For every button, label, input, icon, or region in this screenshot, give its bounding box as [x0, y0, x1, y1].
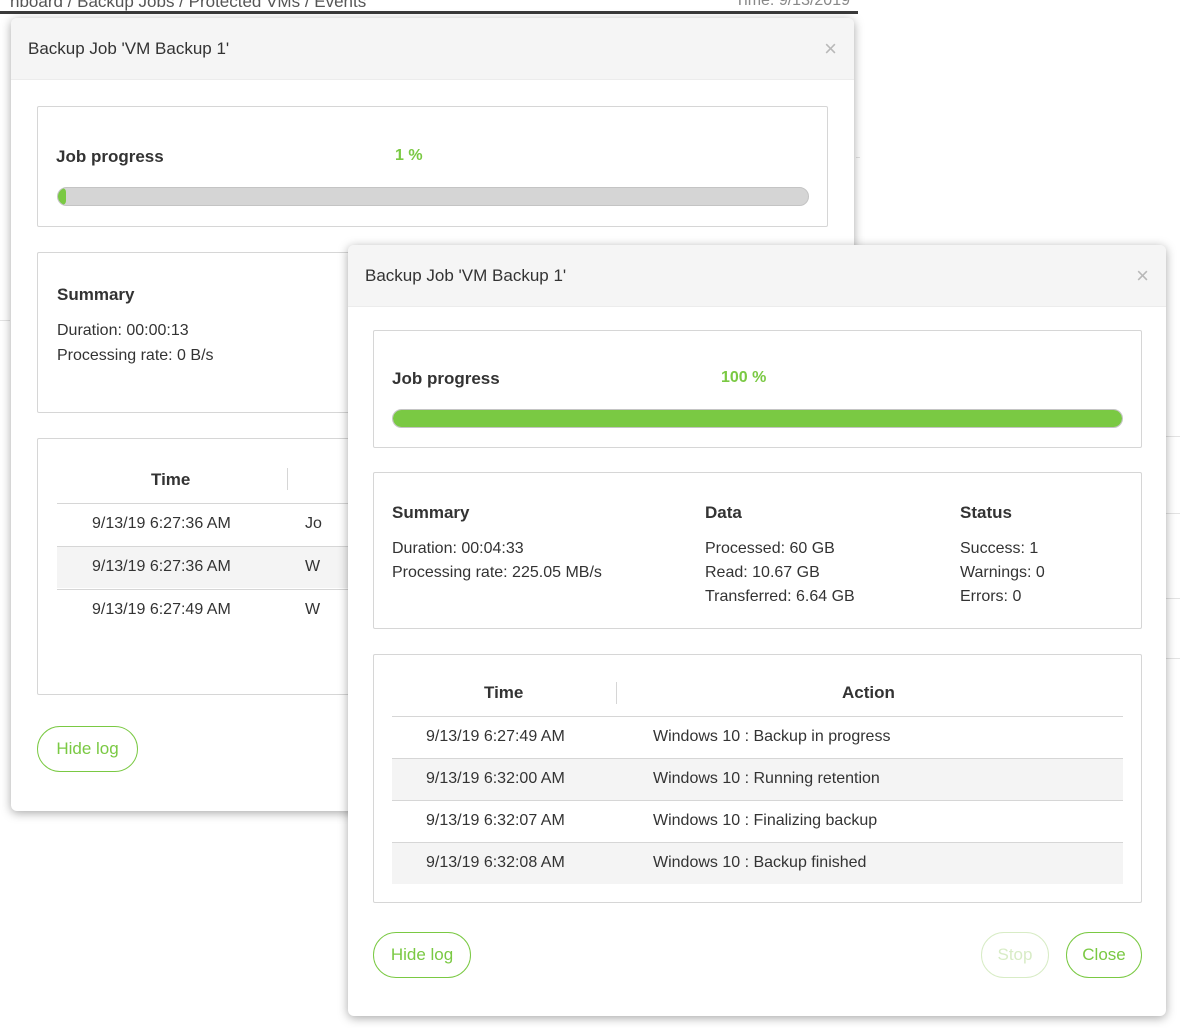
background-divider — [1166, 513, 1180, 514]
background-divider — [0, 320, 10, 321]
background-divider — [1166, 658, 1180, 659]
log-action: W — [305, 558, 321, 575]
hide-log-button[interactable]: Hide log — [373, 932, 471, 978]
close-icon[interactable]: × — [1136, 264, 1149, 287]
summary-rate: Processing rate: 225.05 MB/s — [392, 564, 602, 581]
hide-log-button[interactable]: Hide log — [37, 726, 138, 772]
data-read: Read: 10.67 GB — [705, 564, 820, 581]
log-action: Windows 10 : Backup finished — [653, 854, 867, 871]
table-row: 9/13/19 6:32:07 AM Windows 10 : Finalizi… — [392, 800, 1123, 842]
background-divider — [856, 157, 860, 158]
log-action: Windows 10 : Finalizing backup — [653, 812, 878, 829]
dialog-header: Backup Job 'VM Backup 1' × — [348, 245, 1166, 307]
backup-job-dialog-front: Backup Job 'VM Backup 1' × Job progress … — [348, 245, 1166, 1016]
status-title: Status — [960, 503, 1012, 522]
dialog-header: Backup Job 'VM Backup 1' × — [11, 18, 854, 80]
log-action: W — [305, 601, 321, 618]
data-processed: Processed: 60 GB — [705, 540, 835, 557]
log-panel: Time Action 9/13/19 6:27:49 AM Windows 1… — [373, 654, 1142, 903]
background-time: Time: 9/13/2019 — [734, 0, 850, 9]
background-header-bar — [0, 11, 858, 14]
close-button[interactable]: Close — [1066, 932, 1142, 978]
summary-title: Summary — [57, 285, 135, 304]
log-action: Windows 10 : Running retention — [653, 770, 880, 787]
column-separator — [616, 682, 617, 704]
log-column-time: Time — [151, 470, 191, 489]
background-divider — [1166, 436, 1180, 437]
table-row: 9/13/19 6:32:00 AM Windows 10 : Running … — [392, 758, 1123, 800]
stop-button[interactable]: Stop — [981, 932, 1049, 978]
job-progress-panel: Job progress 100 % — [373, 330, 1142, 448]
dialog-title: Backup Job 'VM Backup 1' — [365, 265, 567, 285]
log-time: 9/13/19 6:27:36 AM — [92, 515, 231, 532]
summary-duration: Duration: 00:04:33 — [392, 540, 524, 557]
job-progress-percent: 100 % — [721, 369, 767, 386]
log-time: 9/13/19 6:32:00 AM — [426, 770, 565, 787]
status-success: Success: 1 — [960, 540, 1039, 557]
summary-panel: Summary Duration: 00:04:33 Processing ra… — [373, 472, 1142, 629]
table-row: 9/13/19 6:32:08 AM Windows 10 : Backup f… — [392, 842, 1123, 884]
log-time: 9/13/19 6:27:49 AM — [426, 728, 565, 745]
summary-rate: Processing rate: 0 B/s — [57, 347, 214, 364]
column-separator — [287, 468, 288, 490]
log-time: 9/13/19 6:32:07 AM — [426, 812, 565, 829]
job-progress-fill — [393, 410, 1122, 427]
job-progress-bar — [57, 187, 809, 206]
job-progress-fill — [58, 188, 66, 205]
job-progress-label: Job progress — [56, 147, 164, 166]
summary-duration: Duration: 00:00:13 — [57, 322, 189, 339]
table-row: 9/13/19 6:27:49 AM Windows 10 : Backup i… — [392, 716, 1123, 758]
job-progress-bar — [392, 409, 1123, 428]
data-transferred: Transferred: 6.64 GB — [705, 588, 855, 605]
data-title: Data — [705, 503, 742, 522]
status-warnings: Warnings: 0 — [960, 564, 1045, 581]
log-column-action: Action — [842, 683, 895, 702]
summary-title: Summary — [392, 503, 470, 522]
log-action: Windows 10 : Backup in progress — [653, 728, 891, 745]
log-time: 9/13/19 6:27:36 AM — [92, 558, 231, 575]
background-divider — [1166, 598, 1180, 599]
close-icon[interactable]: × — [824, 37, 837, 60]
background-header: hboard / Backup Jobs / Protected VMs / E… — [0, 0, 858, 14]
log-time: 9/13/19 6:27:49 AM — [92, 601, 231, 618]
job-progress-percent: 1 % — [395, 147, 423, 164]
stage: hboard / Backup Jobs / Protected VMs / E… — [0, 0, 1180, 1028]
log-time: 9/13/19 6:32:08 AM — [426, 854, 565, 871]
log-action: Jo — [305, 515, 322, 532]
job-progress-label: Job progress — [392, 369, 500, 388]
dialog-title: Backup Job 'VM Backup 1' — [28, 38, 230, 58]
job-progress-panel: Job progress 1 % — [37, 106, 828, 227]
log-column-time: Time — [484, 683, 524, 702]
status-errors: Errors: 0 — [960, 588, 1022, 605]
